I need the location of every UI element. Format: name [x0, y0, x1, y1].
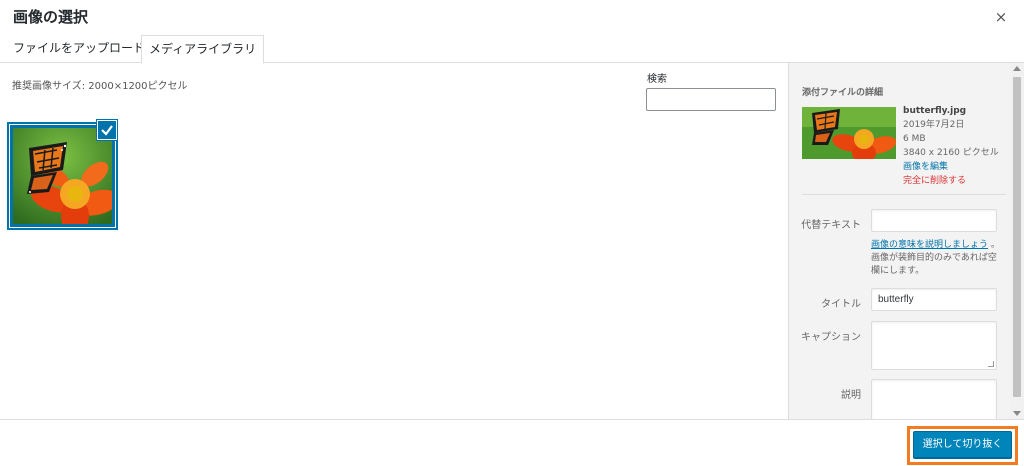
alt-text-help-link[interactable]: 画像の意味を説明しましょう — [871, 240, 988, 250]
modal-tabs: ファイルをアップロード メディアライブラリ — [0, 35, 1024, 64]
tab-upload-files[interactable]: ファイルをアップロード — [6, 35, 152, 63]
caption-label: キャプション — [801, 332, 861, 343]
description-label: 説明 — [841, 390, 861, 401]
select-and-crop-button[interactable]: 選択して切り抜く — [913, 431, 1012, 458]
modal-toolbar — [0, 419, 1024, 466]
caption-textarea[interactable] — [871, 321, 997, 370]
attachment-details-sidebar: 添付ファイルの詳細 butterfly.jpg 2019年7月2日 6 MB 3… — [788, 63, 1024, 419]
scroll-down-arrow-icon[interactable] — [1013, 411, 1021, 416]
upload-date: 2019年7月2日 — [903, 120, 965, 130]
alt-text-input[interactable] — [871, 209, 997, 232]
details-divider — [802, 194, 1006, 195]
search-label: 検索 — [647, 74, 667, 85]
close-icon[interactable]: × — [992, 8, 1010, 26]
alt-text-label: 代替テキスト — [801, 220, 861, 231]
edit-image-link[interactable]: 画像を編集 — [903, 160, 999, 174]
media-modal: 画像の選択 × ファイルをアップロード メディアライブラリ 推奨画像サイズ: 2… — [0, 0, 1024, 466]
butterfly-photo-icon — [13, 128, 112, 224]
title-label: タイトル — [821, 299, 861, 310]
file-size: 6 MB — [903, 134, 926, 144]
scroll-thumb[interactable] — [1013, 77, 1021, 397]
image-dimensions: 3840 x 2160 ピクセル — [903, 148, 999, 158]
tab-media-library[interactable]: メディアライブラリ — [141, 35, 265, 64]
description-textarea[interactable] — [871, 379, 997, 419]
sidebar-scrollbar[interactable] — [1010, 63, 1024, 419]
detail-thumbnail — [802, 107, 896, 159]
modal-title: 画像の選択 — [13, 8, 89, 26]
recommended-size-note: 推奨画像サイズ: 2000×1200ピクセル — [12, 81, 188, 92]
butterfly-photo-icon — [802, 107, 896, 159]
attachments-browser: 推奨画像サイズ: 2000×1200ピクセル 検索 — [0, 63, 788, 419]
file-name: butterfly.jpg — [903, 106, 967, 116]
scroll-up-arrow-icon[interactable] — [1013, 66, 1021, 71]
modal-title-bar: 画像の選択 × — [0, 0, 1024, 34]
attachment-info: butterfly.jpg 2019年7月2日 6 MB 3840 x 2160… — [903, 104, 999, 188]
delete-permanently-link[interactable]: 完全に削除する — [903, 174, 999, 188]
attachment-details-heading: 添付ファイルの詳細 — [802, 88, 884, 98]
alt-text-help: 画像の意味を説明しましょう 。画像が装飾目的のみであれば空欄にします。 — [871, 239, 1001, 278]
title-input[interactable] — [871, 288, 997, 311]
selected-check-icon[interactable] — [97, 120, 117, 140]
search-input[interactable] — [646, 88, 776, 111]
